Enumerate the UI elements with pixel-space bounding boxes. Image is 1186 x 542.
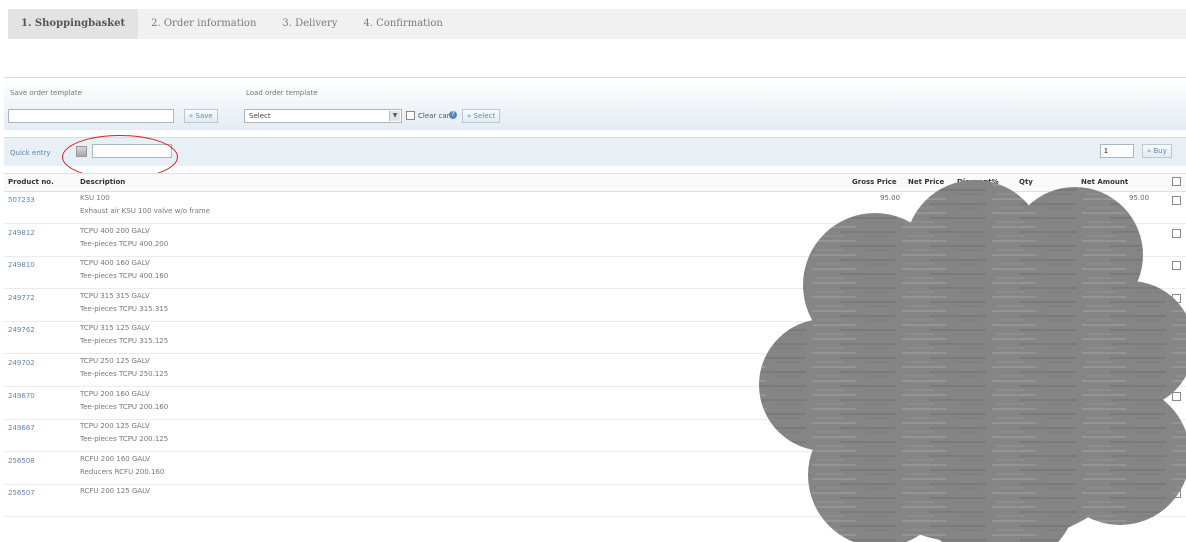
row-select-checkbox[interactable] (1172, 228, 1181, 238)
product-code: TCPU 200 125 GALV (80, 422, 150, 431)
product-no: 249810 (8, 261, 35, 270)
product-description: Exhaust air KSU 100 valve w/o frame (80, 207, 211, 215)
header-product-no: Product no. (8, 178, 54, 186)
gross-price: 559.00 (880, 226, 905, 235)
load-template-selected: Select (249, 112, 271, 120)
product-description: Tee-pieces TCPU 250.125 (80, 370, 169, 378)
product-code: TCPU 200 160 GALV (80, 389, 150, 398)
row-select-checkbox[interactable] (1172, 261, 1181, 271)
product-code: TCPU 400 200 GALV (80, 226, 150, 235)
select-template-button[interactable]: » Select (462, 109, 501, 123)
step-tab-order-information[interactable]: 2. Order information (138, 9, 269, 39)
product-code: KSU 100 (80, 194, 110, 202)
gross-price: 95.00 (880, 194, 901, 202)
product-no: 256508 (8, 456, 35, 465)
help-icon[interactable]: ? (449, 111, 457, 119)
row-select-checkbox[interactable] (1172, 456, 1181, 466)
table-row: 249667 TCPU 200 125 GALV Tee-pieces TCPU 2… (4, 419, 1186, 453)
qty-input[interactable] (1044, 357, 1070, 371)
qty-input[interactable] (1044, 487, 1070, 502)
header-discount: Discount% (957, 178, 999, 186)
row-select-checkbox[interactable] (1172, 424, 1181, 434)
table-row: 249812 TCPU 400 200 GALV Tee-pieces TCPU 4… (4, 224, 1186, 257)
table-row: 249762 TCPU 315 125 GALV Tee-pieces TCPU 3… (4, 321, 1186, 355)
clear-cart-label: Clear cart (418, 112, 453, 120)
product-description: Tee-pieces TCPU 400.160 (80, 272, 169, 281)
buy-button[interactable]: » Buy (1142, 144, 1172, 158)
net-amount: 95.00 (1129, 194, 1150, 202)
qty-input[interactable] (1044, 259, 1070, 274)
save-template-button[interactable]: » Save (184, 109, 218, 123)
chevron-down-icon[interactable]: ▼ (389, 111, 400, 121)
header-net-amount: Net Amount (1081, 178, 1129, 186)
step-tab-confirmation[interactable]: 4. Confirmation (350, 9, 455, 39)
product-no: 249667 (8, 424, 35, 433)
product-code: RCFU 200 125 GALV (80, 487, 151, 496)
product-code: TCPU 315 125 GALV (80, 324, 150, 333)
checkout-steps: 1. Shoppingbasket 2. Order information 3… (8, 9, 1186, 39)
product-description: Tee-pieces TCPU 400.200 (80, 239, 169, 248)
product-no: 249670 (8, 391, 35, 400)
row-select-checkbox[interactable] (1172, 391, 1181, 401)
select-all-checkbox[interactable] (1172, 177, 1181, 186)
qty-input[interactable] (1044, 291, 1070, 306)
product-no: 249812 (8, 228, 35, 237)
step-tab-delivery[interactable]: 3. Delivery (269, 9, 350, 39)
product-code: TCPU 250 125 GALV (80, 357, 150, 365)
table-row: 249670 TCPU 200 160 GALV Tee-pieces TCPU 2… (4, 387, 1186, 420)
row-select-checkbox[interactable] (1172, 196, 1181, 205)
row-select-checkbox[interactable] (1172, 359, 1181, 368)
save-template-label: Save order template (10, 89, 82, 97)
qty-input[interactable] (1044, 226, 1070, 241)
table-row: 507233 KSU 100 Exhaust air KSU 100 valve w… (4, 191, 1186, 224)
qty-input[interactable] (1044, 324, 1070, 339)
product-description: Tee-pieces TCPU 315.125 (80, 337, 169, 346)
product-no: 249772 (8, 293, 35, 302)
header-description: Description (80, 178, 126, 186)
net-price: 95.00 (932, 194, 953, 202)
product-no: 507233 (8, 196, 35, 204)
header-qty: Qty (1019, 178, 1033, 186)
product-description: Reducers RCFU 200.160 (80, 467, 165, 476)
row-select-checkbox[interactable] (1172, 489, 1181, 499)
qty-input[interactable] (1044, 454, 1070, 469)
product-description: Tee-pieces TCPU 200.160 (80, 402, 169, 411)
load-template-label: Load order template (246, 89, 318, 97)
order-template-panel: Save order template » Save Load order te… (4, 77, 1186, 130)
product-description: Tee-pieces TCPU 315.315 (80, 304, 169, 313)
save-template-input[interactable] (8, 109, 174, 123)
header-net-price: Net Price (908, 178, 945, 186)
table-row: 256508 RCFU 200 160 GALV Reducers RCFU 200… (4, 452, 1186, 485)
qty-input[interactable] (1044, 422, 1070, 437)
quick-entry-qty-input[interactable] (1100, 144, 1134, 158)
clear-cart-checkbox[interactable] (406, 111, 415, 120)
product-code: RCFU 200 160 GALV (80, 454, 151, 463)
table-row: 249810 TCPU 400 160 GALV Tee-pieces TCPU 4… (4, 256, 1186, 290)
table-row: 249772 TCPU 315 315 GALV Tee-pieces TCPU 3… (4, 289, 1186, 322)
product-description: Tee-pieces TCPU 200.125 (80, 435, 169, 444)
quick-entry-label: Quick entry (10, 149, 51, 157)
product-no: 249762 (8, 326, 35, 335)
table-header: Product no. Description Gross Price Net … (4, 173, 1186, 192)
table-row: 256507 RCFU 200 125 GALV (4, 484, 1186, 518)
load-template-select[interactable]: Select ▼ (244, 109, 402, 123)
step-tab-shoppingbasket[interactable]: 1. Shoppingbasket (8, 9, 139, 39)
product-no: 249702 (8, 359, 35, 367)
header-gross-price: Gross Price (852, 178, 897, 186)
row-select-checkbox[interactable] (1172, 293, 1181, 303)
product-code: TCPU 315 315 GALV (80, 291, 150, 300)
quick-entry-bar: Quick entry » Buy (4, 137, 1186, 166)
qty-input[interactable] (1044, 389, 1070, 404)
qty-input[interactable] (1044, 194, 1070, 208)
product-code: TCPU 400 160 GALV (80, 259, 150, 268)
table-row: 249702 TCPU 250 125 GALV Tee-pieces TCPU 2… (4, 354, 1186, 387)
row-select-checkbox[interactable] (1172, 326, 1181, 336)
product-no: 256507 (8, 489, 35, 498)
